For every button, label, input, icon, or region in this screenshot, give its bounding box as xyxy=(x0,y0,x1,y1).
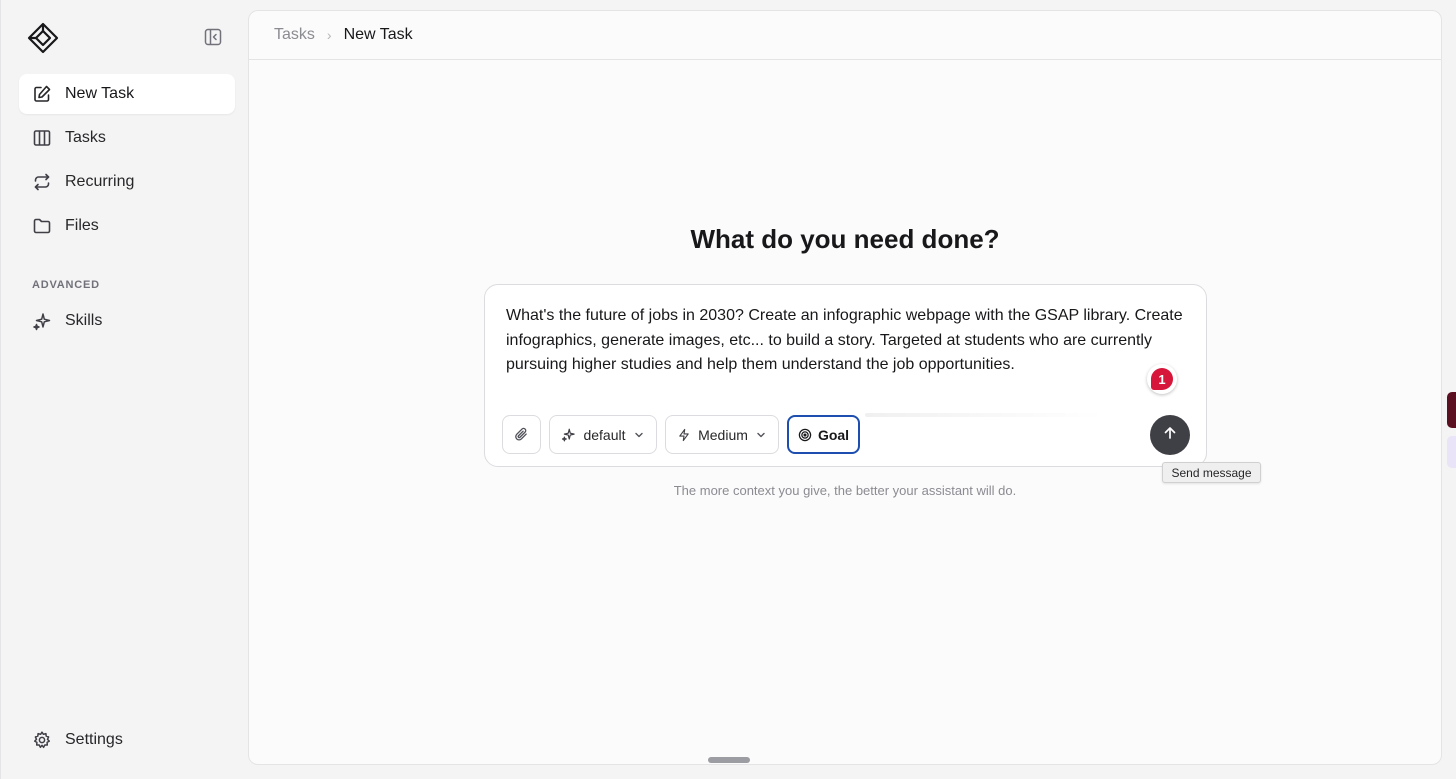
collapse-sidebar-icon[interactable] xyxy=(203,27,225,49)
columns-icon xyxy=(32,128,52,148)
section-label-advanced: ADVANCED xyxy=(32,279,100,291)
sparkles-icon xyxy=(32,311,52,331)
breadcrumb-current: New Task xyxy=(343,26,413,43)
repeat-icon xyxy=(32,172,52,192)
send-message-tooltip: Send message xyxy=(1162,462,1261,483)
goal-label: Goal xyxy=(817,426,850,443)
pencil-square-icon xyxy=(32,84,52,104)
sparkles-icon xyxy=(561,427,576,442)
sidebar-item-label: Recurring xyxy=(65,173,135,190)
edge-widget-tab[interactable] xyxy=(1447,436,1456,468)
sidebar-item-settings[interactable]: Settings xyxy=(19,720,235,760)
breadcrumb: Tasks › New Task xyxy=(249,11,1441,60)
chevron-down-icon xyxy=(755,429,767,441)
app-logo-icon[interactable] xyxy=(27,22,59,54)
sidebar-item-tasks[interactable]: Tasks xyxy=(19,118,235,158)
goal-toggle-button[interactable]: Goal xyxy=(787,415,860,454)
effort-select-label: Medium xyxy=(698,426,748,443)
gear-icon xyxy=(32,730,52,750)
arrow-up-icon xyxy=(1162,425,1178,446)
sidebar-item-new-task[interactable]: New Task xyxy=(19,74,235,114)
sidebar-item-files[interactable]: Files xyxy=(19,206,235,246)
effort-select[interactable]: Medium xyxy=(665,415,779,454)
task-composer: What's the future of jobs in 2030? Creat… xyxy=(484,284,1207,467)
divider xyxy=(865,413,1105,417)
model-select[interactable]: default xyxy=(549,415,657,454)
page-title: What do you need done? xyxy=(690,224,1000,254)
edge-widget-tab[interactable] xyxy=(1447,392,1456,428)
folder-icon xyxy=(32,216,52,236)
breadcrumb-tasks-link[interactable]: Tasks xyxy=(274,26,315,44)
sidebar-item-label: Skills xyxy=(65,312,103,329)
sidebar-item-skills[interactable]: Skills xyxy=(19,301,235,341)
main-panel: Tasks › New Task What do you need done? … xyxy=(248,10,1442,765)
context-hint: The more context you give, the better yo… xyxy=(673,483,1017,498)
sidebar-item-label: Tasks xyxy=(65,129,106,146)
notification-badge[interactable]: 1 xyxy=(1147,364,1177,394)
attach-file-button[interactable] xyxy=(502,415,541,454)
badge-count: 1 xyxy=(1151,368,1173,390)
sidebar-item-label: Settings xyxy=(65,731,123,748)
task-prompt-input[interactable]: What's the future of jobs in 2030? Creat… xyxy=(506,304,1186,378)
chevron-right-icon: › xyxy=(326,27,332,43)
resize-handle[interactable] xyxy=(708,757,750,763)
paperclip-icon xyxy=(513,426,530,443)
sidebar-item-label: New Task xyxy=(65,85,135,102)
target-icon xyxy=(798,428,812,442)
lightning-icon xyxy=(677,428,691,442)
chevron-down-icon xyxy=(633,429,645,441)
sidebar-item-recurring[interactable]: Recurring xyxy=(19,162,235,202)
send-message-button[interactable] xyxy=(1150,415,1190,455)
sidebar: New Task Tasks Recurring Files ADVANCED … xyxy=(0,0,248,779)
model-select-label: default xyxy=(583,426,626,443)
sidebar-item-label: Files xyxy=(65,217,99,234)
